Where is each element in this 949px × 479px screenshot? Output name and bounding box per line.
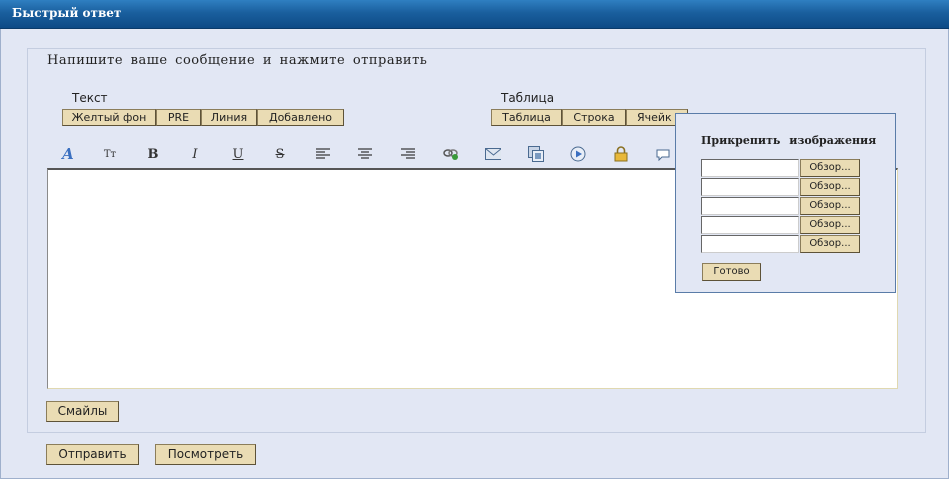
attach-row: Обзор... (701, 178, 861, 196)
text-format-buttons: Желтый фон PRE Линия Добавлено (62, 109, 344, 126)
align-left-icon[interactable] (315, 146, 331, 162)
italic-icon[interactable]: I (187, 146, 203, 162)
table-button[interactable]: Таблица (491, 109, 562, 126)
browse-button[interactable]: Обзор... (800, 159, 860, 177)
added-button[interactable]: Добавлено (257, 109, 344, 126)
line-button[interactable]: Линия (201, 109, 257, 126)
font-color-icon[interactable]: A (60, 145, 76, 163)
browse-button[interactable]: Обзор... (800, 235, 860, 253)
attach-row: Обзор... (701, 216, 861, 234)
attach-popup-title: Прикрепить изображения (701, 134, 877, 147)
strikethrough-icon[interactable]: S (272, 146, 288, 162)
file-path-input[interactable] (701, 197, 799, 215)
preview-button[interactable]: Посмотреть (155, 444, 256, 465)
quote-icon[interactable] (655, 146, 671, 162)
browse-button[interactable]: Обзор... (800, 178, 860, 196)
link-icon[interactable] (443, 146, 459, 162)
title-bar: Быстрый ответ (0, 0, 949, 29)
text-group-label: Текст (72, 91, 108, 105)
row-button[interactable]: Строка (562, 109, 626, 126)
bold-icon[interactable]: B (145, 146, 161, 162)
smileys-button[interactable]: Смайлы (46, 401, 119, 422)
attach-row: Обзор... (701, 159, 861, 177)
align-right-icon[interactable] (400, 146, 416, 162)
lock-icon[interactable] (613, 146, 629, 162)
table-buttons: Таблица Строка Ячейк (491, 109, 688, 126)
yellow-bg-button[interactable]: Желтый фон (62, 109, 156, 126)
underline-icon[interactable]: U (230, 146, 246, 162)
table-group-label: Таблица (501, 91, 555, 105)
attach-images-popup: Прикрепить изображения Обзор... Обзор...… (675, 113, 896, 293)
file-path-input[interactable] (701, 216, 799, 234)
attach-row: Обзор... (701, 197, 861, 215)
pre-button[interactable]: PRE (156, 109, 201, 126)
instruction-text: Напишите ваше сообщение и нажмите отправ… (47, 53, 428, 68)
image-icon[interactable] (528, 146, 544, 162)
align-center-icon[interactable] (357, 146, 373, 162)
email-icon[interactable] (485, 146, 501, 162)
media-icon[interactable] (570, 146, 586, 162)
send-button[interactable]: Отправить (46, 444, 139, 465)
done-button[interactable]: Готово (702, 263, 761, 281)
file-path-input[interactable] (701, 159, 799, 177)
title-text: Быстрый ответ (12, 6, 122, 20)
attach-row: Обзор... (701, 235, 861, 253)
browse-button[interactable]: Обзор... (800, 216, 860, 234)
browse-button[interactable]: Обзор... (800, 197, 860, 215)
file-path-input[interactable] (701, 235, 799, 253)
file-path-input[interactable] (701, 178, 799, 196)
font-size-icon[interactable]: Tт (102, 146, 118, 162)
